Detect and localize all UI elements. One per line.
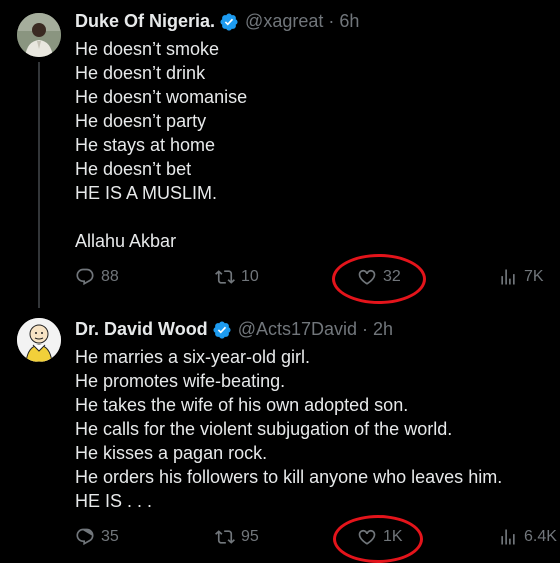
tweet-text-line: He promotes wife-beating. (75, 371, 286, 391)
tweet[interactable]: Dr. David Wood @Acts17David · 2h He marr… (0, 310, 560, 563)
tweet-text-line: HE IS . . . (75, 491, 153, 511)
reply-button[interactable]: 88 (75, 267, 119, 287)
highlight-circle (333, 515, 423, 563)
tweet-text-line: He calls for the violent subjugation of … (75, 419, 453, 439)
retweet-count: 10 (241, 268, 259, 285)
reply-count: 88 (101, 268, 119, 285)
tweet-header: Duke Of Nigeria. @xagreat · 6h (75, 11, 359, 32)
tweet-text-line (75, 205, 247, 229)
reply-count: 35 (101, 528, 119, 545)
tweet-text-line: He doesn’t drink (75, 63, 206, 83)
tweet-text-line: He stays at home (75, 135, 216, 155)
views-count: 7K (524, 268, 544, 285)
separator: · (362, 319, 369, 339)
tweet-text-line: He orders his followers to kill anyone w… (75, 467, 503, 487)
separator: · (328, 11, 335, 31)
display-name[interactable]: Duke Of Nigeria. (75, 11, 215, 32)
tweet-text: He doesn’t smoke He doesn’t drink He doe… (75, 37, 247, 253)
retweet-icon (215, 530, 235, 544)
highlight-circle (332, 254, 426, 304)
reply-icon (76, 528, 94, 546)
timestamp[interactable]: 6h (339, 11, 359, 32)
tweet[interactable]: Duke Of Nigeria. @xagreat · 6h He doesn’… (0, 0, 560, 310)
views-button[interactable]: 7K (498, 267, 544, 287)
tweet-text: He marries a six-year-old girl. He promo… (75, 345, 502, 513)
retweet-icon (215, 270, 235, 284)
thread-connector-line (38, 62, 40, 308)
tweet-text-line: He doesn’t party (75, 111, 207, 131)
action-bar: 88 10 32 7K (75, 265, 560, 293)
avatar[interactable] (17, 318, 61, 362)
views-button[interactable]: 6.4K (498, 527, 557, 547)
tweet-text-line: He doesn’t womanise (75, 87, 248, 107)
user-handle[interactable]: @xagreat (245, 11, 323, 32)
tweet-text-line: Allahu Akbar (75, 231, 177, 251)
retweet-button[interactable]: 95 (215, 527, 259, 547)
avatar[interactable] (17, 13, 61, 57)
reply-icon (76, 268, 94, 286)
reply-button[interactable]: 35 (75, 527, 119, 547)
retweet-button[interactable]: 10 (215, 267, 259, 287)
verified-badge-icon (212, 320, 232, 340)
views-count: 6.4K (524, 528, 557, 545)
tweet-header: Dr. David Wood @Acts17David · 2h (75, 319, 393, 340)
views-icon (501, 529, 515, 545)
timestamp[interactable]: 2h (373, 319, 393, 340)
tweet-text-line: He marries a six-year-old girl. (75, 347, 311, 367)
tweet-text-line: He kisses a pagan rock. (75, 443, 268, 463)
tweet-text-line: He doesn’t smoke (75, 39, 220, 59)
display-name[interactable]: Dr. David Wood (75, 319, 208, 340)
user-handle[interactable]: @Acts17David (238, 319, 357, 340)
action-bar: 35 95 1K 6.4K (75, 525, 560, 553)
tweet-text-line: HE IS A MUSLIM. (75, 183, 218, 203)
verified-badge-icon (219, 12, 239, 32)
tweet-text-line: He takes the wife of his own adopted son… (75, 395, 409, 415)
views-icon (501, 269, 515, 285)
retweet-count: 95 (241, 528, 259, 545)
tweet-text-line: He doesn’t bet (75, 159, 192, 179)
